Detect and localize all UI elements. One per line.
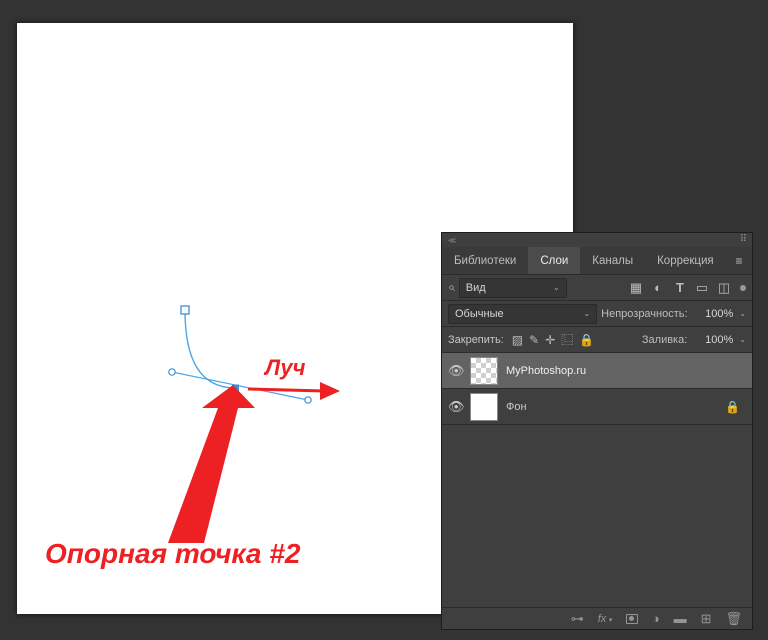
blend-mode-value: Обычные bbox=[455, 308, 504, 320]
layer-thumbnail[interactable] bbox=[470, 393, 498, 421]
visibility-toggle-icon[interactable]: 👁 bbox=[448, 363, 462, 379]
chevron-down-icon[interactable]: ⌄ bbox=[739, 335, 746, 344]
lock-image-icon[interactable]: ✎ bbox=[529, 333, 539, 347]
tab-layers[interactable]: Слои bbox=[528, 247, 580, 274]
hamburger-icon: ≡ bbox=[735, 254, 742, 268]
layers-list: 👁 MyPhotoshop.ru 👁 Фон 🔒 bbox=[442, 353, 752, 607]
layer-row[interactable]: 👁 MyPhotoshop.ru bbox=[442, 353, 752, 389]
lock-artboard-icon[interactable]: ⿺ bbox=[561, 331, 573, 348]
blend-mode-select[interactable]: Обычные ⌄ bbox=[448, 304, 597, 324]
fill-value[interactable]: 100% bbox=[691, 334, 735, 346]
collapse-chevron-icon[interactable]: ≪ bbox=[448, 236, 456, 245]
filter-smart-icon[interactable]: ◫ bbox=[714, 279, 734, 297]
blend-row: Обычные ⌄ Непрозрачность: 100% ⌄ bbox=[442, 301, 752, 327]
chevron-down-icon[interactable]: ⌄ bbox=[739, 309, 746, 318]
filter-pixel-icon[interactable]: ▦ bbox=[626, 279, 646, 297]
layer-filter-select[interactable]: Вид ⌄ bbox=[459, 278, 567, 298]
lock-all-icon[interactable]: 🔒 bbox=[579, 333, 594, 347]
layer-name[interactable]: MyPhotoshop.ru bbox=[506, 365, 746, 377]
lock-label: Закрепить: bbox=[448, 334, 504, 346]
anchor-arrow bbox=[150, 373, 270, 553]
tab-adjustments[interactable]: Коррекция bbox=[645, 247, 726, 274]
visibility-toggle-icon[interactable]: 👁 bbox=[448, 399, 462, 415]
chevron-down-icon: ⌄ bbox=[553, 283, 560, 292]
new-group-icon[interactable]: ▬ bbox=[674, 611, 687, 626]
tab-channels[interactable]: Каналы bbox=[580, 247, 645, 274]
annotation-anchor-label: Опорная точка #2 bbox=[45, 538, 300, 570]
filter-row: ⌕ Вид ⌄ ▦ ◐ T ▭ ◫ bbox=[442, 275, 752, 301]
opacity-label: Непрозрачность: bbox=[601, 308, 687, 320]
panel-footer: ⊶ fx ▾ ◑ ▬ ⊞ 🗑 bbox=[442, 607, 752, 629]
filter-shape-icon[interactable]: ▭ bbox=[692, 279, 712, 297]
chevron-down-icon: ⌄ bbox=[583, 309, 590, 318]
delete-layer-icon[interactable]: 🗑 bbox=[725, 611, 742, 627]
layer-thumbnail[interactable] bbox=[470, 357, 498, 385]
new-adjustment-icon[interactable]: ◑ bbox=[652, 611, 660, 626]
add-mask-icon[interactable] bbox=[626, 614, 638, 624]
annotation-ray-label: Луч bbox=[265, 355, 305, 381]
lock-transparent-icon[interactable]: ▨ bbox=[512, 333, 523, 347]
search-icon: ⌕ bbox=[448, 280, 455, 295]
layer-fx-icon[interactable]: fx ▾ bbox=[598, 613, 612, 625]
filter-adjustment-icon[interactable]: ◐ bbox=[648, 279, 668, 297]
filter-toggle-icon[interactable] bbox=[740, 285, 746, 291]
opacity-value[interactable]: 100% bbox=[692, 308, 736, 320]
link-layers-icon[interactable]: ⊶ bbox=[571, 611, 584, 627]
new-layer-icon[interactable]: ⊞ bbox=[701, 611, 712, 627]
lock-icon: 🔒 bbox=[725, 400, 740, 414]
filter-type-icon[interactable]: T bbox=[670, 279, 690, 297]
tab-libraries[interactable]: Библиотеки bbox=[442, 247, 528, 274]
layer-row[interactable]: 👁 Фон 🔒 bbox=[442, 389, 752, 425]
grip-icon[interactable]: ⠿ bbox=[736, 234, 746, 245]
panel-titlebar[interactable]: ≪ ⠿ bbox=[442, 233, 752, 247]
panel-tabs: Библиотеки Слои Каналы Коррекция ≡ bbox=[442, 247, 752, 275]
panel-menu-button[interactable]: ≡ bbox=[726, 247, 752, 274]
fill-label: Заливка: bbox=[642, 334, 687, 346]
lock-row: Закрепить: ▨ ✎ ✛ ⿺ 🔒 Заливка: 100% ⌄ bbox=[442, 327, 752, 353]
layer-filter-value: Вид bbox=[466, 282, 486, 294]
layers-panel: ≪ ⠿ Библиотеки Слои Каналы Коррекция ≡ ⌕… bbox=[441, 232, 753, 630]
layer-name[interactable]: Фон bbox=[506, 401, 717, 413]
lock-position-icon[interactable]: ✛ bbox=[545, 333, 555, 347]
